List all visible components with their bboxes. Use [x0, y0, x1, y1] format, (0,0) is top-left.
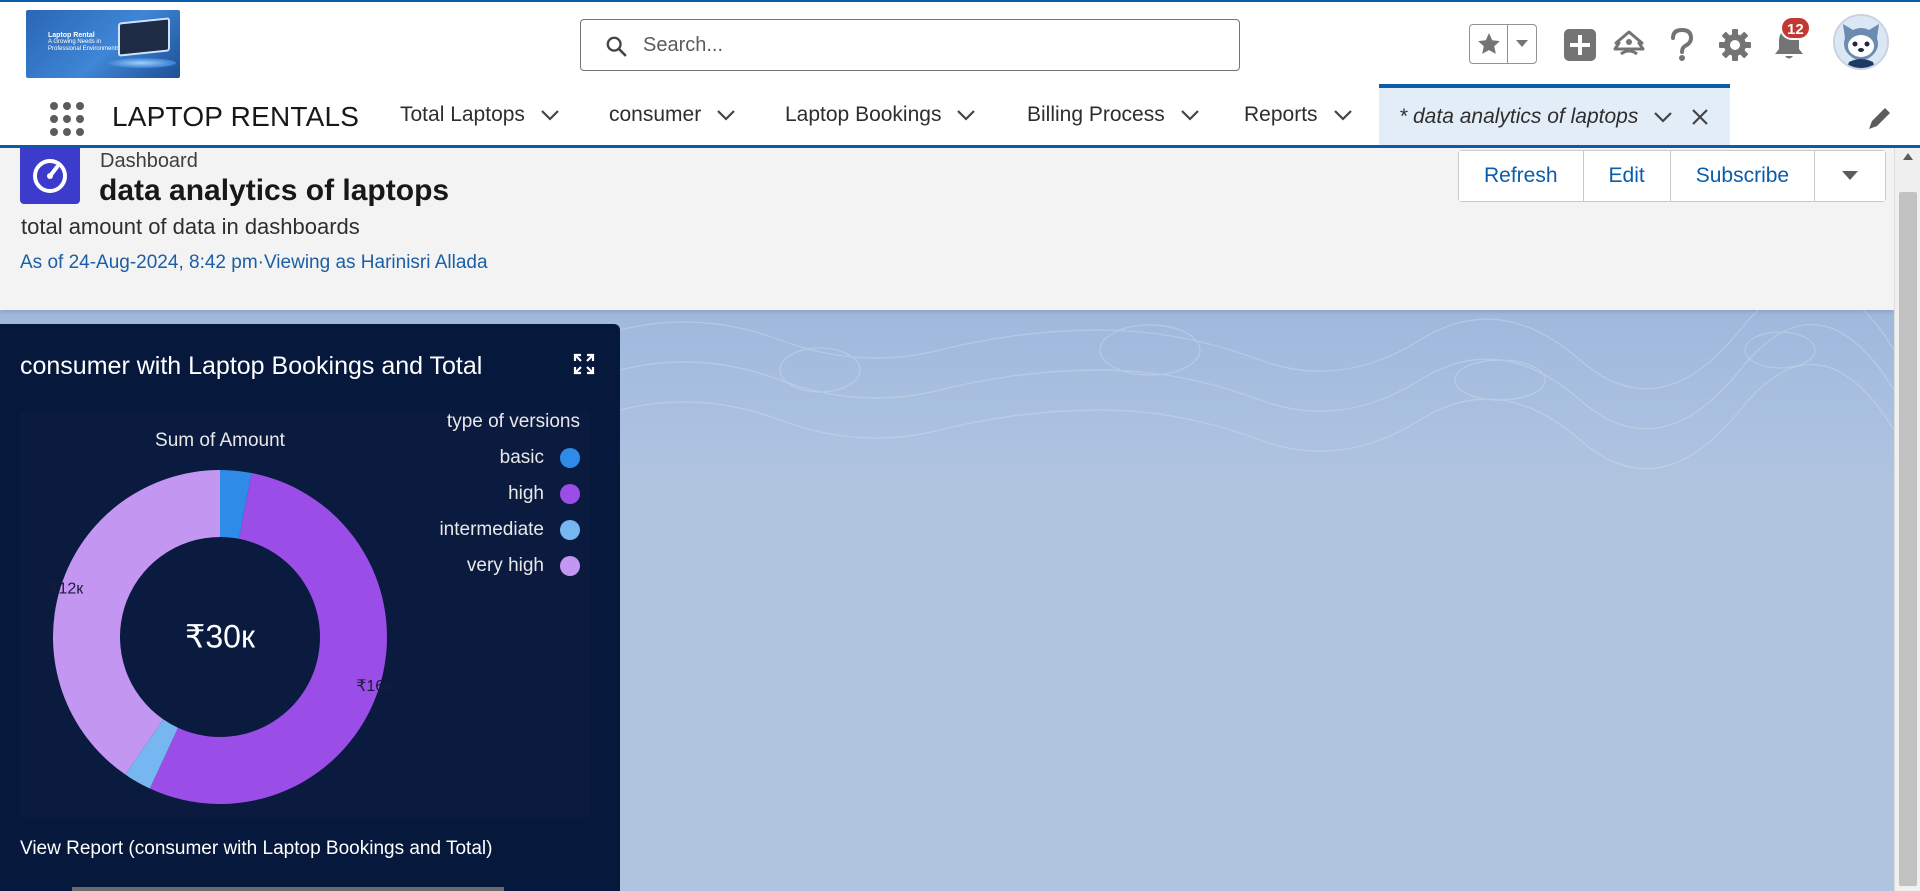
chevron-down-icon[interactable] [715, 104, 737, 126]
dashboard-description: total amount of data in dashboards [21, 214, 360, 239]
chevron-down-icon [1516, 40, 1528, 47]
legend-item[interactable]: intermediate [439, 519, 580, 541]
user-avatar-icon [1835, 16, 1887, 68]
nav-item-label: Reports [1244, 102, 1318, 126]
help-button[interactable] [1662, 24, 1702, 66]
legend-title: type of versions [446, 411, 580, 432]
nav-item-label: Laptop Bookings [785, 102, 942, 126]
horizontal-scrollbar-thumb[interactable] [72, 887, 504, 891]
avatar[interactable] [1833, 14, 1889, 70]
global-header: Laptop Rental A Growing Needs in Profess… [0, 0, 1920, 86]
setup-button[interactable] [1715, 24, 1755, 66]
donut-center-total: ₹30к [185, 618, 256, 654]
waffle-dot-icon [76, 102, 84, 110]
chevron-down-icon[interactable] [1332, 104, 1354, 126]
app-logo[interactable]: Laptop Rental A Growing Needs in Profess… [26, 10, 180, 78]
page-scrollbar[interactable] [1894, 148, 1920, 891]
waffle-dot-icon [63, 102, 71, 110]
trailhead-icon [1613, 30, 1645, 56]
slice-data-label: ₹16к [356, 678, 392, 695]
chevron-down-icon[interactable] [539, 104, 561, 126]
search-input[interactable] [643, 30, 1223, 60]
nav-item-label: consumer [609, 102, 702, 126]
search-icon [606, 36, 627, 57]
legend-swatch [560, 484, 580, 504]
widget-title: consumer with Laptop Bookings and Total [20, 352, 483, 380]
star-icon [1477, 33, 1500, 54]
tab-data-analytics-of-laptops[interactable]: * data analytics of laptops [1379, 84, 1731, 145]
nav-item-reports[interactable]: Reports [1244, 84, 1354, 145]
notification-count-badge: 12 [1780, 16, 1811, 40]
favorites-menu-button[interactable] [1508, 25, 1536, 63]
close-icon[interactable] [1690, 107, 1710, 127]
dashboard-actions: Refresh Edit Subscribe [1458, 150, 1887, 202]
logo-base-graphic [106, 58, 176, 68]
trailhead-guidance-button[interactable] [1609, 24, 1649, 66]
legend-label: very high [466, 555, 544, 576]
waffle-dot-icon [76, 128, 84, 136]
logo-subtext: A Growing Needs in Professional Environm… [48, 39, 120, 52]
dashboard-icon [20, 148, 80, 204]
chevron-down-icon[interactable] [1652, 106, 1674, 128]
chevron-down-icon[interactable] [1179, 104, 1201, 126]
global-actions-button[interactable] [1560, 24, 1600, 66]
waffle-dot-icon [63, 128, 71, 136]
chevron-down-icon[interactable] [955, 104, 977, 126]
gauge-icon [33, 159, 67, 193]
chart-area[interactable]: Sum of Amount type of versions basic high… [20, 411, 590, 817]
legend-label: high [508, 483, 544, 504]
legend-item[interactable]: high [508, 483, 580, 505]
logo-laptop-graphic [118, 17, 170, 57]
nav-item-laptop-bookings[interactable]: Laptop Bookings [785, 84, 977, 145]
more-actions-button[interactable] [1815, 151, 1886, 201]
page-title: data analytics of laptops [99, 174, 450, 207]
legend-item[interactable]: very high [467, 555, 580, 577]
slice-data-label: ₹12к [48, 580, 84, 597]
nav-item-label: Total Laptops [400, 102, 525, 126]
pencil-icon[interactable] [1866, 104, 1894, 132]
logo-heading: Laptop Rental [48, 32, 95, 39]
waffle-dot-icon [63, 115, 71, 123]
object-type-label: Dashboard [100, 150, 198, 172]
app-navigation-bar: LAPTOP RENTALS Total Laptops consumer La… [0, 84, 1920, 148]
dashboard-widget: consumer with Laptop Bookings and Total … [0, 324, 620, 891]
view-report-link[interactable]: View Report (consumer with Laptop Bookin… [20, 838, 492, 860]
app-launcher-button[interactable] [44, 96, 86, 138]
legend-swatch [560, 520, 580, 540]
settings-icon [1719, 29, 1751, 61]
tab-label: * data analytics of laptops [1399, 104, 1639, 128]
add-icon [1564, 29, 1596, 61]
nav-item-consumer[interactable]: consumer [609, 84, 737, 145]
waffle-dot-icon [50, 128, 58, 136]
help-icon [1671, 28, 1694, 61]
legend-swatch [560, 448, 580, 468]
donut-chart: ₹16к ₹12к ₹30к [48, 470, 392, 804]
global-search[interactable] [580, 19, 1240, 71]
waffle-dot-icon [50, 115, 58, 123]
nav-item-total-laptops[interactable]: Total Laptops [400, 84, 561, 145]
dashboard-header: Dashboard data analytics of laptops tota… [0, 148, 1894, 310]
scroll-up-icon[interactable] [1902, 152, 1914, 162]
legend-label: basic [499, 447, 544, 468]
legend-label: intermediate [439, 519, 544, 540]
app-name: LAPTOP RENTALS [112, 101, 360, 132]
chevron-down-icon [1842, 171, 1859, 180]
waffle-dot-icon [50, 102, 58, 110]
nav-item-billing-process[interactable]: Billing Process [1027, 84, 1201, 145]
nav-item-label: Billing Process [1027, 102, 1165, 126]
subscribe-button[interactable]: Subscribe [1670, 151, 1816, 201]
favorites-button[interactable] [1470, 25, 1508, 63]
scrollbar-thumb[interactable] [1899, 192, 1917, 886]
legend-swatch [560, 556, 580, 576]
favorites-group [1469, 24, 1537, 64]
expand-icon[interactable] [572, 352, 596, 376]
edit-button[interactable]: Edit [1583, 151, 1671, 201]
legend-item[interactable]: basic [500, 447, 580, 469]
refresh-button[interactable]: Refresh [1459, 151, 1584, 201]
logo-text: Laptop Rental A Growing Needs in Profess… [48, 32, 128, 53]
waffle-dot-icon [76, 115, 84, 123]
dashboard-timestamp: As of 24-Aug-2024, 8:42 pm·Viewing as Ha… [20, 252, 488, 273]
